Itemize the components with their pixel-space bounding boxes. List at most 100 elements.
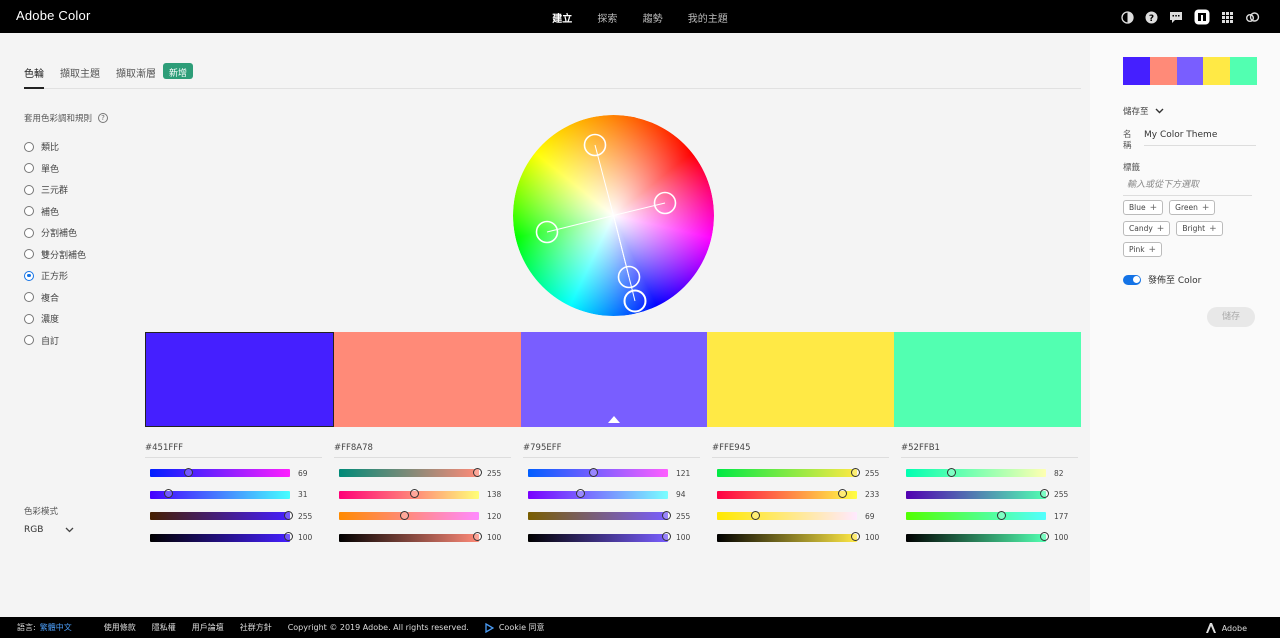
hex-value[interactable]: #795EFF (523, 443, 700, 458)
channel-slider[interactable] (906, 532, 1049, 542)
color-swatch[interactable] (145, 332, 334, 427)
radio-button[interactable] (24, 313, 34, 324)
help-circle-icon[interactable]: ? (98, 113, 109, 123)
hex-value[interactable]: #FFE945 (712, 443, 889, 458)
nav-my-themes[interactable]: 我的主題 (688, 10, 728, 25)
color-swatch[interactable] (894, 332, 1081, 427)
slider-handle[interactable] (661, 532, 671, 541)
channel-value[interactable]: 100 (298, 533, 322, 542)
contrast-icon[interactable] (1121, 10, 1134, 24)
slider-handle[interactable] (947, 467, 957, 477)
channel-value[interactable]: 255 (865, 469, 889, 478)
color-swatch[interactable] (707, 332, 895, 427)
tab-color-wheel[interactable]: 色輪 (24, 65, 44, 89)
channel-value[interactable]: 100 (865, 533, 889, 542)
tab-extract-theme[interactable]: 擷取主題 (60, 65, 100, 89)
channel-slider[interactable] (906, 510, 1046, 520)
channel-slider[interactable] (339, 510, 479, 520)
channel-slider[interactable] (339, 532, 482, 542)
channel-value[interactable]: 138 (487, 490, 511, 499)
channel-slider[interactable] (528, 489, 668, 499)
channel-value[interactable]: 69 (865, 512, 889, 521)
harmony-rule[interactable]: 自訂 (24, 330, 86, 352)
color-wheel[interactable] (513, 115, 714, 316)
tag-chip[interactable]: Green + (1169, 200, 1216, 215)
channel-value[interactable]: 82 (1054, 469, 1078, 478)
color-mode-select[interactable]: RGB (24, 525, 74, 535)
channel-value[interactable]: 255 (1054, 490, 1078, 499)
color-swatch[interactable] (520, 332, 708, 427)
channel-slider[interactable] (717, 489, 857, 499)
harmony-rule[interactable]: 類比 (24, 136, 86, 158)
slider-handle[interactable] (997, 510, 1007, 520)
harmony-rule[interactable]: 單色 (24, 158, 86, 180)
channel-slider[interactable] (339, 467, 482, 477)
language-value[interactable]: 繁體中文 (40, 623, 72, 632)
slider-handle[interactable] (850, 467, 860, 477)
channel-value[interactable]: 120 (487, 512, 511, 521)
channel-slider[interactable] (528, 510, 671, 520)
behance-icon[interactable] (1194, 9, 1210, 25)
creative-cloud-icon[interactable] (1245, 11, 1260, 24)
slider-handle[interactable] (838, 489, 848, 498)
harmony-rule[interactable]: 複合 (24, 287, 86, 309)
slider-handle[interactable] (589, 467, 599, 477)
channel-slider[interactable] (906, 489, 1049, 499)
channel-value[interactable]: 69 (298, 469, 322, 478)
nav-explore[interactable]: 探索 (597, 10, 617, 25)
radio-button[interactable] (24, 184, 34, 195)
harmony-rule[interactable]: 補色 (24, 201, 86, 223)
slider-handle[interactable] (472, 532, 482, 541)
chat-icon[interactable] (1169, 11, 1183, 24)
slider-handle[interactable] (1039, 532, 1049, 541)
slider-handle[interactable] (283, 510, 293, 520)
help-icon[interactable]: ? (1145, 11, 1158, 24)
nav-trends[interactable]: 趨勢 (643, 10, 663, 25)
tab-extract-gradient[interactable]: 擷取漸層 (116, 65, 156, 89)
channel-slider[interactable] (150, 467, 290, 477)
channel-value[interactable]: 100 (1054, 533, 1078, 542)
harmony-rule[interactable]: 正方形 (24, 265, 86, 287)
nav-create[interactable]: 建立 (552, 10, 572, 25)
channel-value[interactable]: 255 (298, 512, 322, 521)
harmony-rule[interactable]: 雙分割補色 (24, 244, 86, 266)
channel-value[interactable]: 100 (676, 533, 700, 542)
slider-handle[interactable] (400, 510, 410, 520)
tag-chip[interactable]: Candy + (1123, 221, 1171, 236)
radio-button[interactable] (24, 292, 34, 303)
channel-slider[interactable] (150, 532, 293, 542)
color-swatch[interactable] (333, 332, 521, 427)
slider-handle[interactable] (163, 489, 173, 498)
slider-handle[interactable] (661, 510, 671, 520)
channel-value[interactable]: 121 (676, 469, 700, 478)
tag-chip[interactable]: Bright + (1176, 221, 1223, 236)
slider-handle[interactable] (184, 467, 194, 477)
tag-chip[interactable]: Pink + (1123, 242, 1163, 257)
radio-button[interactable] (24, 206, 34, 217)
harmony-rule[interactable]: 分割補色 (24, 222, 86, 244)
channel-value[interactable]: 177 (1054, 512, 1078, 521)
theme-name-input[interactable]: My Color Theme (1144, 130, 1256, 146)
tags-input[interactable]: 輸入或從下方選取 (1123, 177, 1252, 196)
channel-value[interactable]: 233 (865, 490, 889, 499)
hex-value[interactable]: #52FFB1 (901, 443, 1078, 458)
radio-button[interactable] (24, 335, 34, 346)
channel-slider[interactable] (339, 489, 479, 499)
save-button[interactable]: 儲存 (1207, 307, 1255, 327)
color-wheel-graphic[interactable] (513, 115, 714, 316)
slider-handle[interactable] (575, 489, 585, 498)
slider-handle[interactable] (283, 532, 293, 541)
slider-handle[interactable] (850, 532, 860, 541)
channel-slider[interactable] (528, 467, 668, 477)
channel-slider[interactable] (906, 467, 1046, 477)
channel-slider[interactable] (717, 532, 860, 542)
radio-button[interactable] (24, 163, 34, 174)
publish-toggle[interactable] (1123, 274, 1141, 285)
slider-handle[interactable] (1039, 489, 1049, 498)
slider-handle[interactable] (409, 489, 419, 498)
slider-handle[interactable] (472, 467, 482, 477)
channel-slider[interactable] (150, 489, 290, 499)
channel-slider[interactable] (528, 532, 671, 542)
radio-button[interactable] (24, 141, 34, 152)
tag-chip[interactable]: Blue + (1123, 200, 1164, 215)
